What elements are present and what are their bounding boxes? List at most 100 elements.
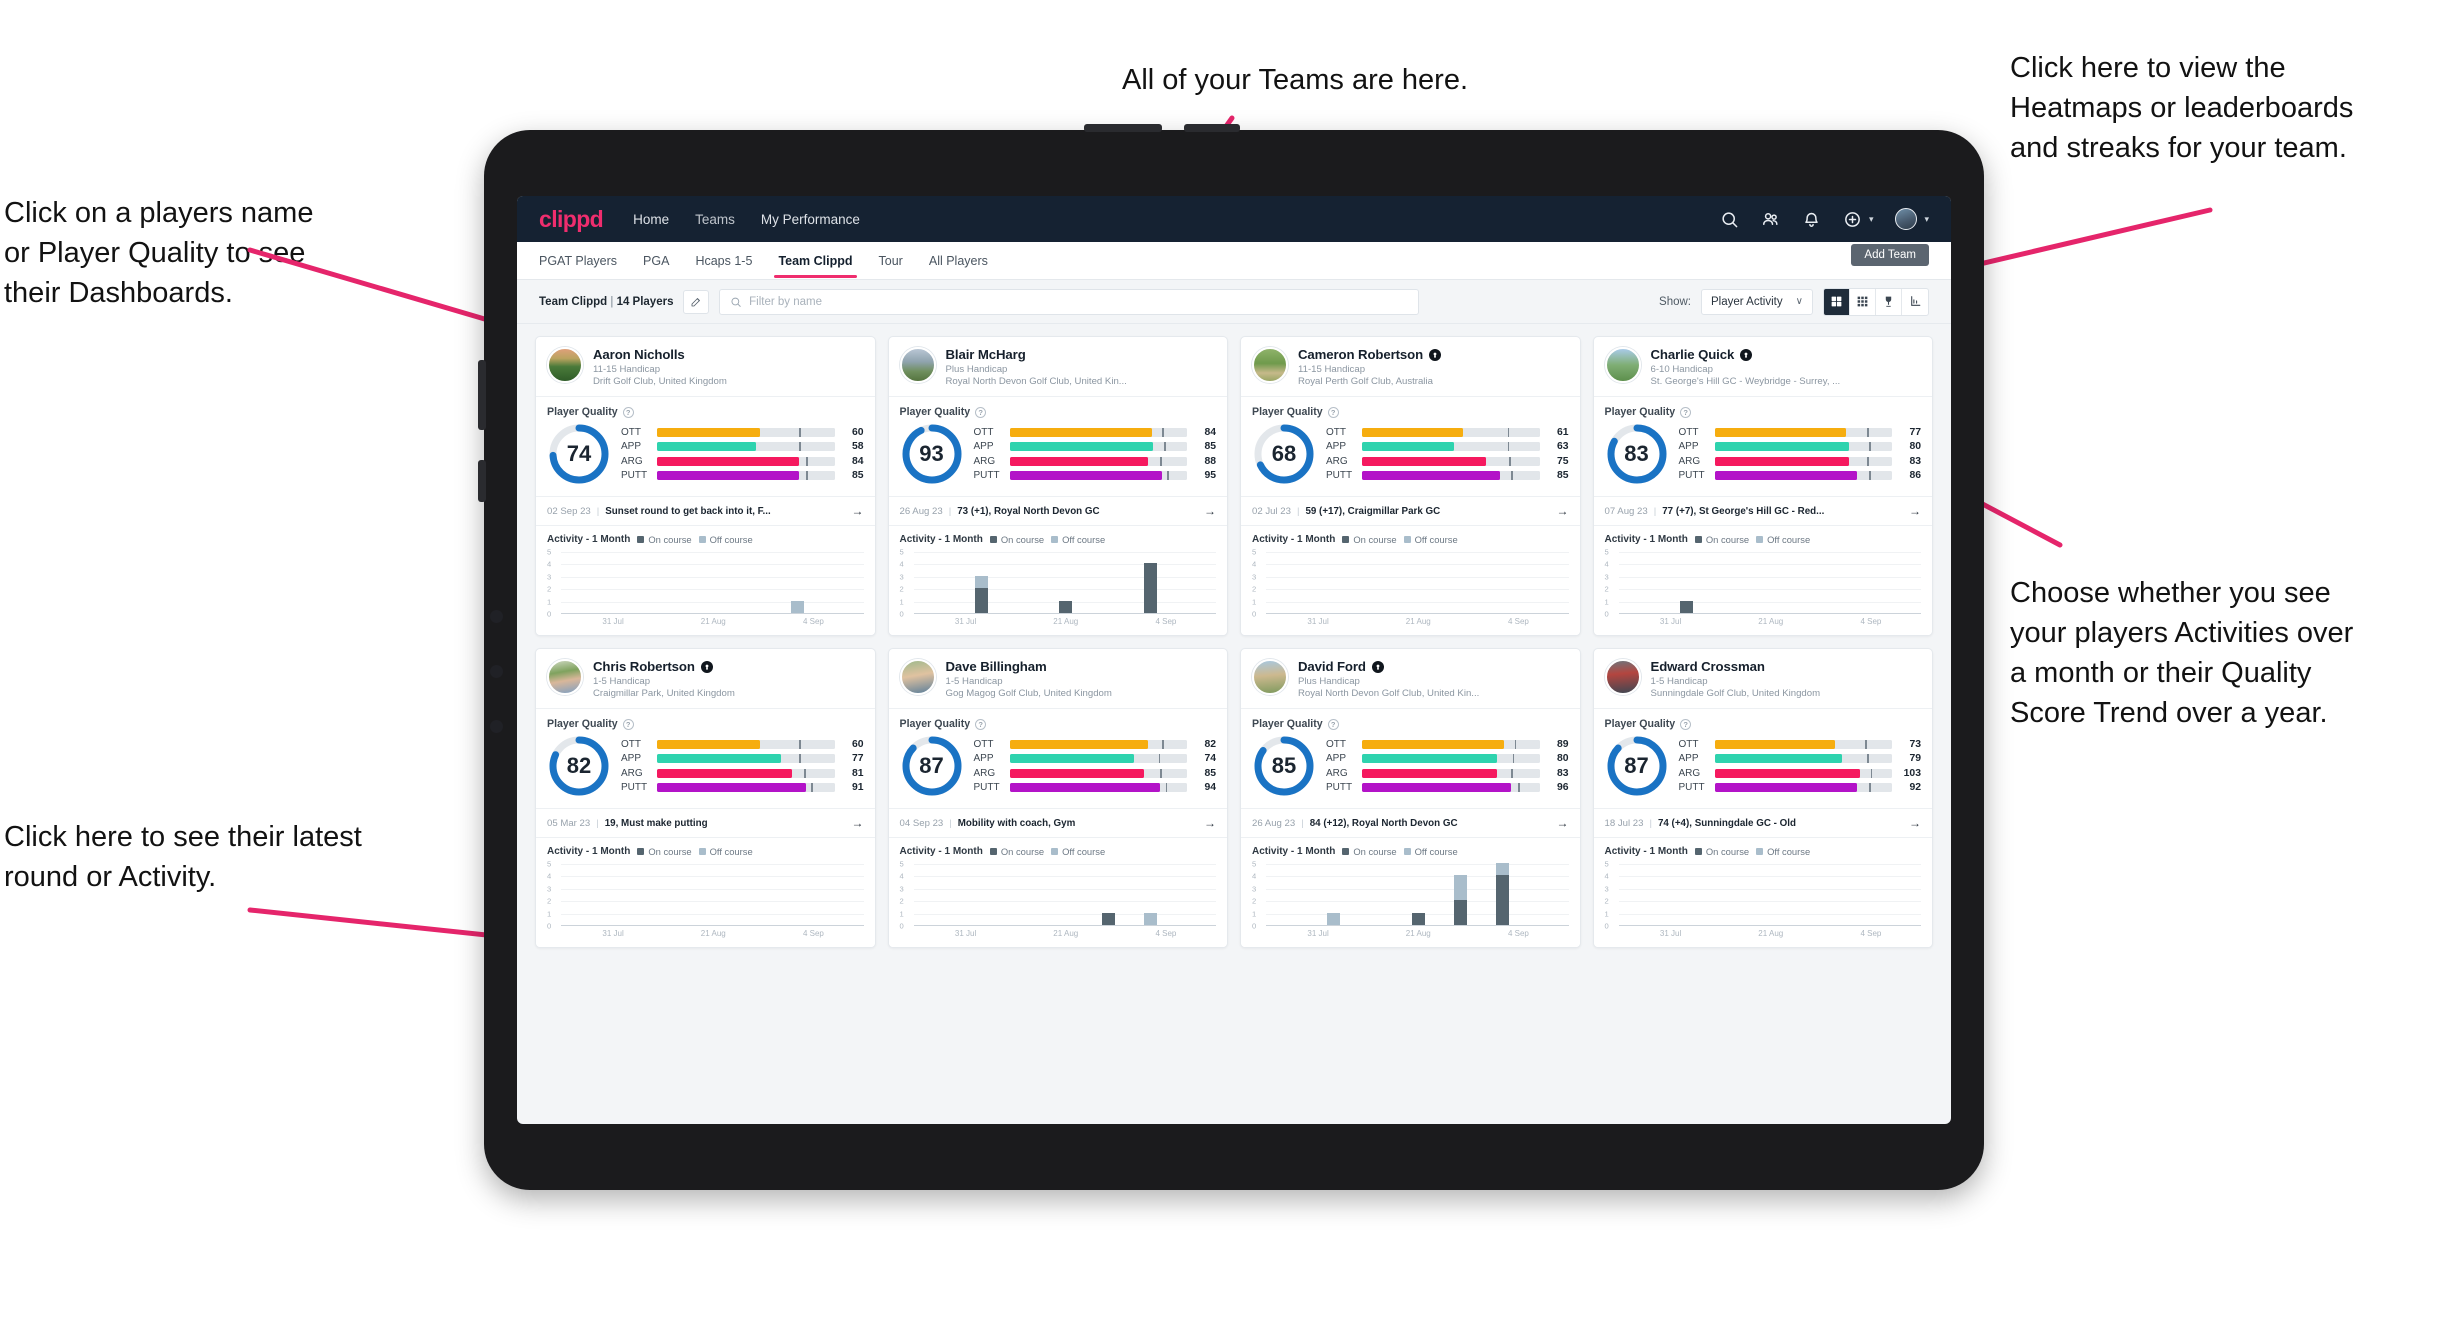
latest-round-row[interactable]: 26 Aug 23 | 73 (+1), Royal North Devon GC → xyxy=(888,496,1227,526)
player-name[interactable]: Edward Crossman xyxy=(1651,659,1765,674)
player-card-header[interactable]: Charlie Quick 6-10 Handicap St. George's H… xyxy=(1593,337,1932,397)
latest-round-row[interactable]: 26 Aug 23 | 84 (+12), Royal North Devon GC… xyxy=(1241,808,1580,838)
player-quality-section[interactable]: Player Quality? 83 OTT 77 APP 80 ARG 83 PUTT 86 xyxy=(1594,397,1933,490)
player-card-header[interactable]: Chris Robertson 1-5 Handicap Craigmillar P… xyxy=(536,649,875,709)
quality-score-ring[interactable]: 87 xyxy=(1605,734,1669,798)
nav-teams[interactable]: Teams xyxy=(695,212,735,227)
player-quality-section[interactable]: Player Quality? 82 OTT 60 APP 77 ARG 81 PUTT 91 xyxy=(536,709,875,802)
tab-pga[interactable]: PGA xyxy=(643,245,669,277)
bell-icon[interactable] xyxy=(1802,210,1821,229)
quality-score-ring[interactable]: 82 xyxy=(547,734,611,798)
player-card-header[interactable]: Cameron Robertson 11-15 Handicap Royal Per… xyxy=(1241,337,1580,397)
grid-small-icon[interactable] xyxy=(1850,288,1876,315)
player-name-row[interactable]: Blair McHarg xyxy=(946,347,1127,362)
player-name[interactable]: Blair McHarg xyxy=(946,347,1026,362)
help-icon[interactable]: ? xyxy=(1680,406,1692,418)
chevron-down-icon-profile[interactable]: ▾ xyxy=(1924,214,1929,225)
player-card-header[interactable]: Blair McHarg Plus Handicap Royal North Dev… xyxy=(888,337,1227,397)
player-quality-section[interactable]: Player Quality? 68 OTT 61 APP 63 ARG 75 PUTT 85 xyxy=(1241,397,1580,490)
player-name-row[interactable]: Dave Billingham xyxy=(946,659,1112,674)
player-card[interactable]: Cameron Robertson 11-15 Handicap Royal Per… xyxy=(1240,336,1581,636)
player-avatar[interactable] xyxy=(547,347,583,383)
player-name[interactable]: Cameron Robertson xyxy=(1298,347,1423,362)
trophy-icon[interactable] xyxy=(1876,288,1902,315)
latest-round-row[interactable]: 07 Aug 23 | 77 (+7), St George's Hill GC -… xyxy=(1593,496,1932,526)
help-icon[interactable]: ? xyxy=(1680,718,1692,730)
quality-score-ring[interactable]: 87 xyxy=(900,734,964,798)
player-quality-section[interactable]: Player Quality? 87 OTT 82 APP 74 ARG 85 PUTT 94 xyxy=(889,709,1228,802)
arrow-right-icon[interactable]: → xyxy=(852,504,864,518)
help-icon[interactable]: ? xyxy=(1327,718,1339,730)
player-name[interactable]: David Ford xyxy=(1298,659,1366,674)
tab-hcaps-1-5[interactable]: Hcaps 1-5 xyxy=(695,245,752,277)
help-icon[interactable]: ? xyxy=(1327,406,1339,418)
arrow-right-icon[interactable]: → xyxy=(1557,816,1569,830)
grid-large-icon[interactable] xyxy=(1824,288,1850,315)
player-quality-section[interactable]: Player Quality? 93 OTT 84 APP 85 ARG 88 PUTT 95 xyxy=(889,397,1228,490)
search-input-wrapper[interactable] xyxy=(719,288,1420,315)
player-card[interactable]: Aaron Nicholls 11-15 Handicap Drift Golf C… xyxy=(535,336,876,636)
player-avatar[interactable] xyxy=(1604,659,1641,695)
show-select[interactable]: Player Activity ∨ xyxy=(1701,288,1813,315)
plus-circle-icon[interactable] xyxy=(1843,210,1862,229)
arrow-right-icon[interactable]: → xyxy=(1909,504,1921,518)
quality-score-ring[interactable]: 74 xyxy=(547,422,611,486)
avatar[interactable] xyxy=(1895,208,1918,230)
nav-my-performance[interactable]: My Performance xyxy=(761,212,860,227)
edit-pencil-icon[interactable] xyxy=(683,289,710,314)
tab-all-players[interactable]: All Players xyxy=(929,245,988,277)
arrow-right-icon[interactable]: → xyxy=(1557,504,1569,518)
quality-score-ring[interactable]: 93 xyxy=(900,422,964,486)
player-name[interactable]: Chris Robertson xyxy=(593,659,695,674)
player-card-header[interactable]: Edward Crossman 1-5 Handicap Sunningdale G… xyxy=(1593,649,1932,709)
player-name[interactable]: Dave Billingham xyxy=(946,659,1047,674)
latest-round-row[interactable]: 02 Jul 23 | 59 (+17), Craigmillar Park GC → xyxy=(1241,496,1580,526)
quality-score-ring[interactable]: 68 xyxy=(1252,422,1316,486)
tab-tour[interactable]: Tour xyxy=(879,245,903,277)
player-card[interactable]: Edward Crossman 1-5 Handicap Sunningdale G… xyxy=(1592,648,1933,948)
player-card[interactable]: Blair McHarg Plus Handicap Royal North Dev… xyxy=(887,336,1228,636)
add-team-button[interactable]: Add Team xyxy=(1851,244,1929,266)
player-name[interactable]: Aaron Nicholls xyxy=(593,347,685,362)
people-icon[interactable] xyxy=(1761,210,1780,229)
player-avatar[interactable] xyxy=(899,659,936,695)
player-name-row[interactable]: Edward Crossman xyxy=(1651,659,1821,674)
player-card-header[interactable]: Aaron Nicholls 11-15 Handicap Drift Golf C… xyxy=(536,337,875,397)
player-quality-section[interactable]: Player Quality? 85 OTT 89 APP 80 ARG 83 PUTT 96 xyxy=(1241,709,1580,802)
arrow-right-icon[interactable]: → xyxy=(1909,816,1921,830)
help-icon[interactable]: ? xyxy=(975,406,987,418)
latest-round-row[interactable]: 04 Sep 23 | Mobility with coach, Gym → xyxy=(888,808,1227,838)
player-name-row[interactable]: Charlie Quick xyxy=(1651,347,1841,362)
latest-round-row[interactable]: 05 Mar 23 | 19, Must make putting → xyxy=(536,808,875,838)
player-card[interactable]: Charlie Quick 6-10 Handicap St. George's H… xyxy=(1592,336,1933,636)
tab-team-clippd[interactable]: Team Clippd xyxy=(774,245,857,278)
player-name-row[interactable]: Aaron Nicholls xyxy=(593,347,727,362)
player-card-header[interactable]: David Ford Plus Handicap Royal North Devon… xyxy=(1241,649,1580,709)
chart-icon[interactable] xyxy=(1902,289,1928,315)
search-input[interactable] xyxy=(749,295,1409,308)
quality-score-ring[interactable]: 85 xyxy=(1252,734,1316,798)
player-avatar[interactable] xyxy=(899,347,936,383)
latest-round-row[interactable]: 18 Jul 23 | 74 (+4), Sunningdale GC - Old → xyxy=(1593,808,1932,838)
player-name[interactable]: Charlie Quick xyxy=(1651,347,1735,362)
player-quality-section[interactable]: Player Quality? 74 OTT 60 APP 58 ARG 84 PUTT 85 xyxy=(536,397,875,490)
player-avatar[interactable] xyxy=(1252,347,1288,383)
arrow-right-icon[interactable]: → xyxy=(1204,816,1216,830)
player-card-header[interactable]: Dave Billingham 1-5 Handicap Gog Magog Gol… xyxy=(888,649,1227,709)
player-name-row[interactable]: Cameron Robertson xyxy=(1298,347,1442,362)
player-avatar[interactable] xyxy=(1252,659,1288,695)
search-icon[interactable] xyxy=(1720,210,1739,229)
arrow-right-icon[interactable]: → xyxy=(852,816,864,830)
help-icon[interactable]: ? xyxy=(622,718,634,730)
chevron-down-icon-add[interactable]: ▾ xyxy=(1869,214,1874,225)
player-name-row[interactable]: David Ford xyxy=(1298,659,1479,674)
help-icon[interactable]: ? xyxy=(622,406,634,418)
help-icon[interactable]: ? xyxy=(975,718,987,730)
clippd-logo[interactable]: clippd xyxy=(539,206,604,233)
player-card[interactable]: Chris Robertson 1-5 Handicap Craigmillar P… xyxy=(535,648,876,948)
player-avatar[interactable] xyxy=(547,659,583,695)
player-quality-section[interactable]: Player Quality? 87 OTT 73 APP 79 ARG 103 PUTT 92 xyxy=(1594,709,1933,802)
player-name-row[interactable]: Chris Robertson xyxy=(593,659,735,674)
nav-home[interactable]: Home xyxy=(633,212,669,227)
quality-score-ring[interactable]: 83 xyxy=(1605,422,1669,486)
